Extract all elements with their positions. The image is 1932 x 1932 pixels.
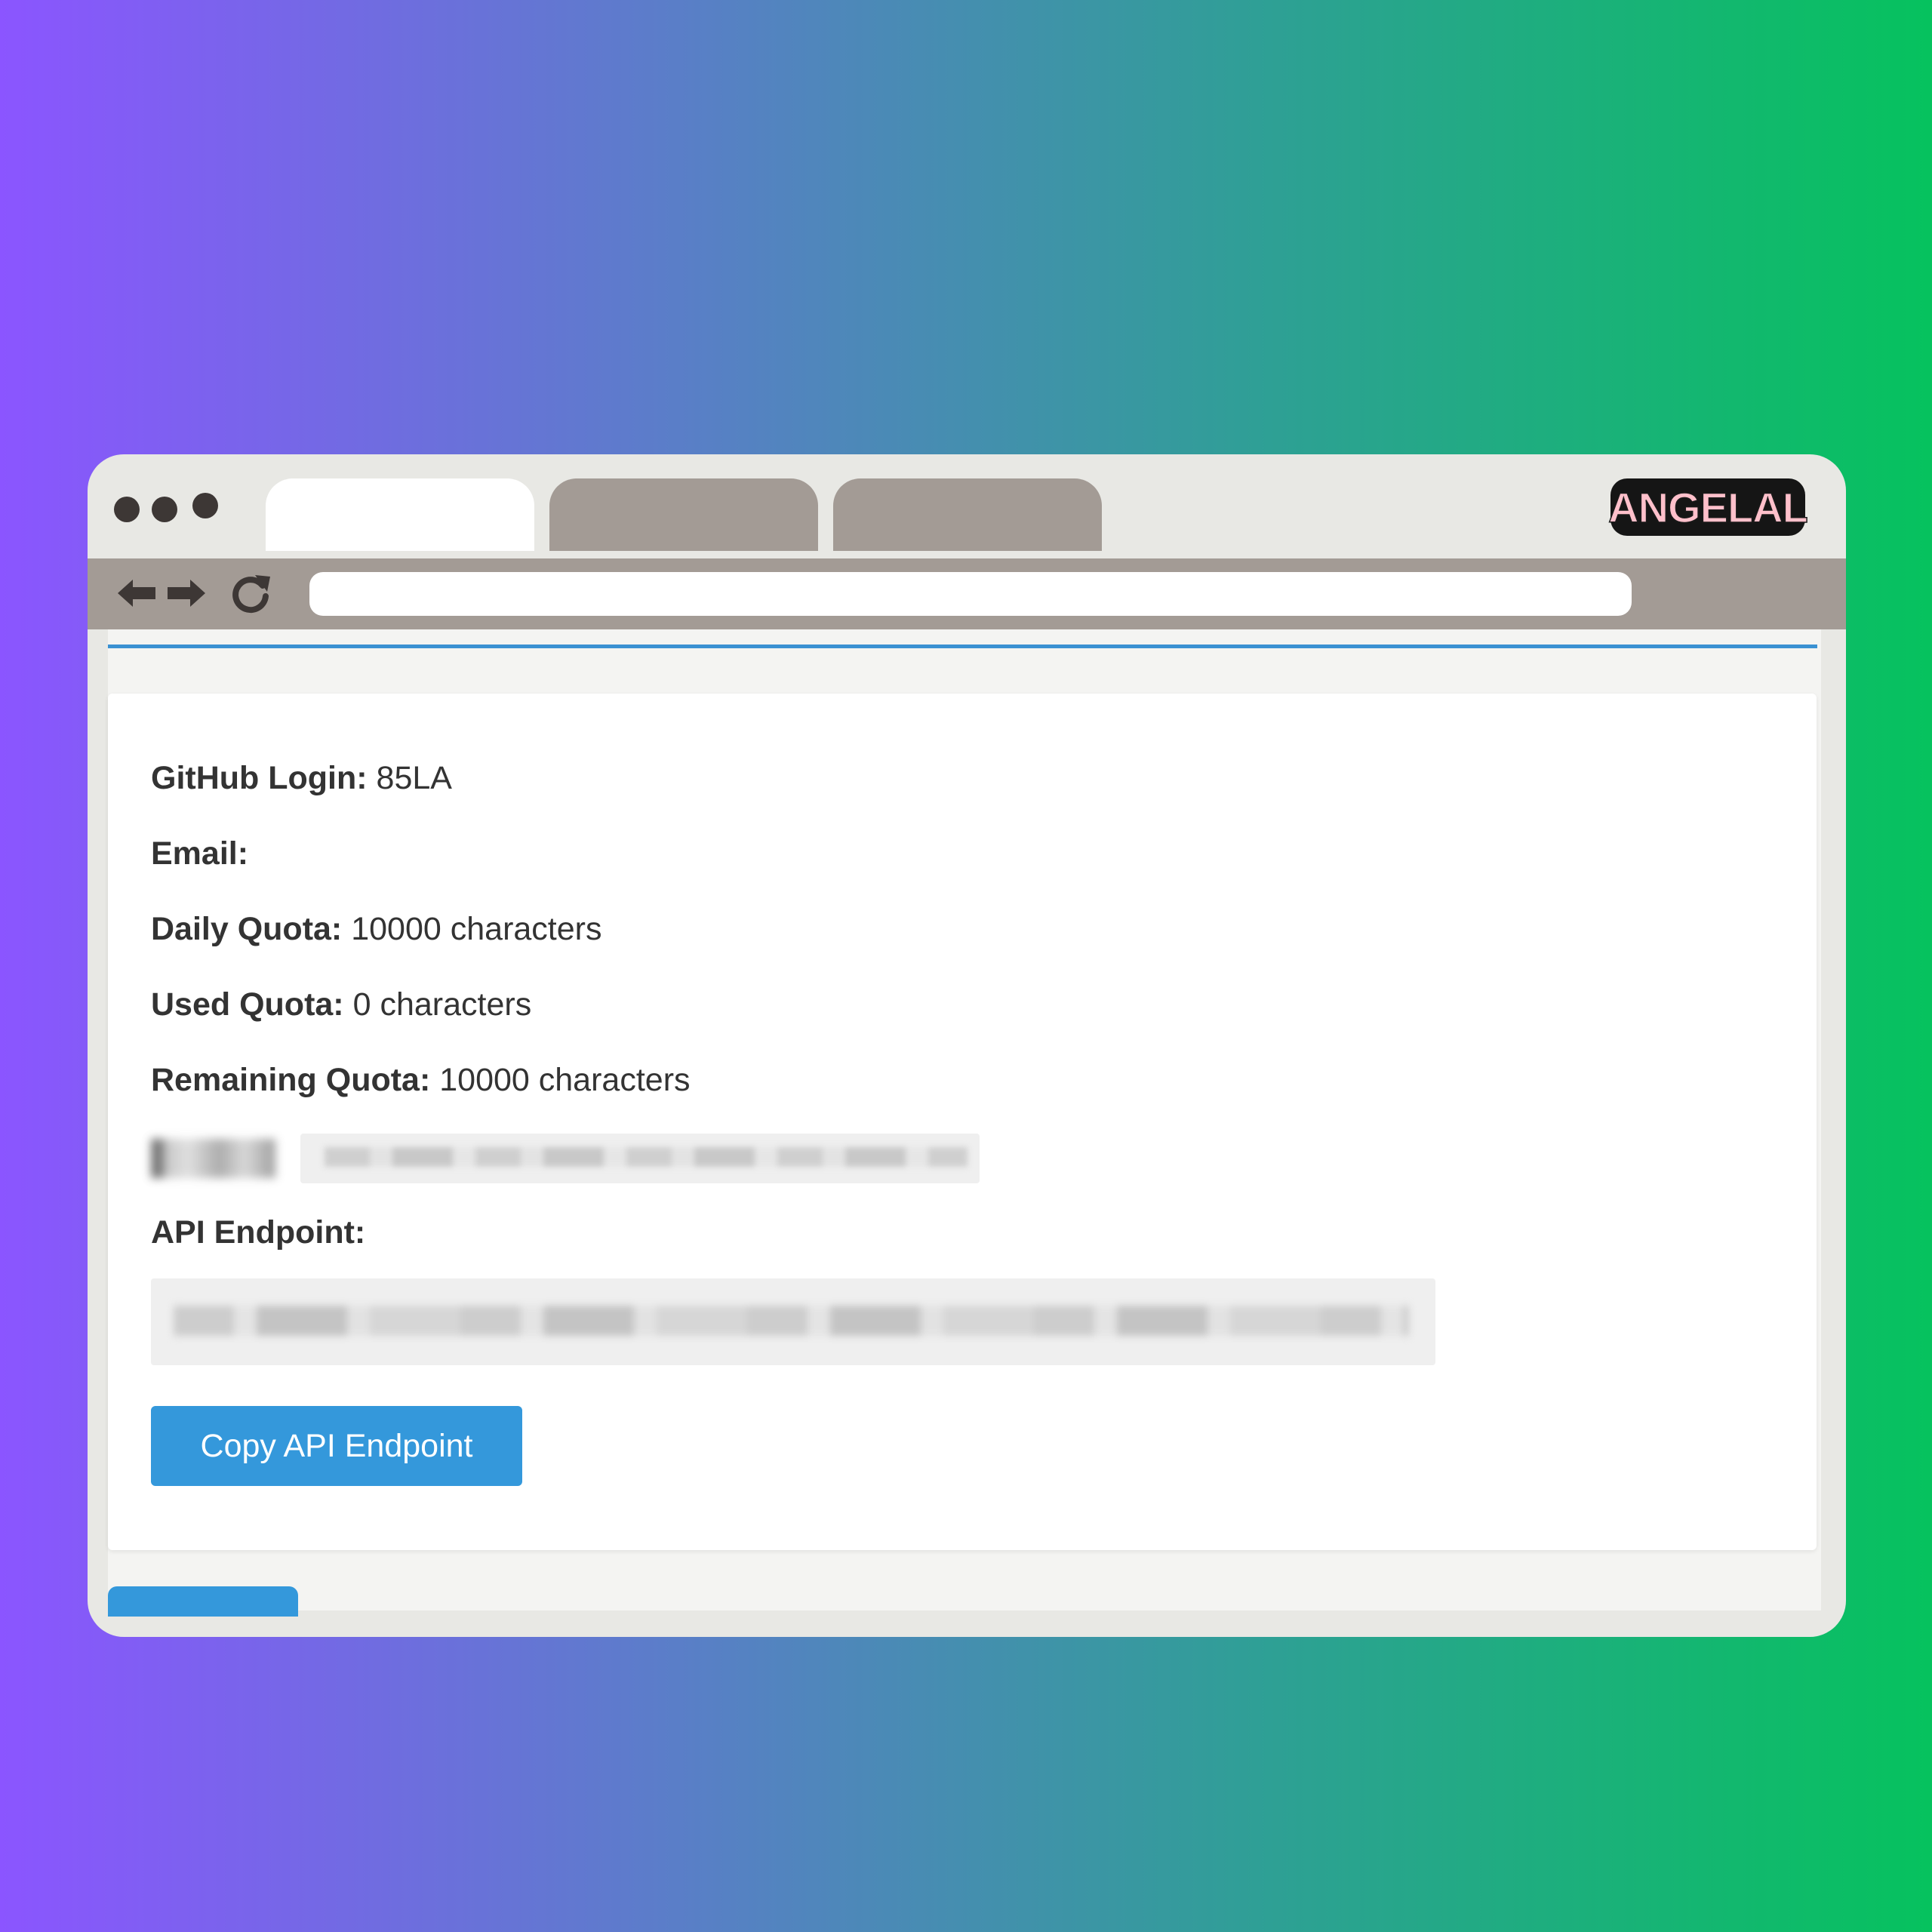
address-bar[interactable]	[309, 572, 1632, 616]
email-row: Email:	[151, 835, 248, 872]
tab-active[interactable]	[266, 478, 534, 551]
browser-window: ANGELAL GitHub Login: 85LA Email: Daily …	[88, 454, 1846, 1637]
copy-api-endpoint-button[interactable]: Copy API Endpoint	[151, 1406, 522, 1486]
arrow-left-icon[interactable]	[115, 571, 160, 616]
email-label: Email:	[151, 835, 249, 872]
window-control-dot[interactable]	[192, 493, 218, 518]
remaining-quota-label: Remaining Quota:	[151, 1062, 431, 1098]
brand-logo: ANGELAL	[1607, 478, 1809, 536]
remaining-quota-value: 10000 characters	[439, 1062, 691, 1098]
api-endpoint-value-redacted[interactable]	[151, 1278, 1435, 1365]
reload-icon[interactable]	[228, 571, 273, 616]
arrow-right-icon[interactable]	[163, 571, 208, 616]
daily-quota-value: 10000 characters	[351, 911, 602, 947]
tab-inactive[interactable]	[833, 478, 1102, 551]
account-info-card: GitHub Login: 85LA Email: Daily Quota: 1…	[108, 694, 1817, 1550]
used-quota-label: Used Quota:	[151, 986, 344, 1023]
github-login-value: 85LA	[376, 760, 452, 796]
browser-toolbar	[88, 558, 1846, 629]
api-key-label-redacted	[151, 1139, 275, 1178]
page-viewport: GitHub Login: 85LA Email: Daily Quota: 1…	[108, 629, 1821, 1617]
partial-button[interactable]	[108, 1586, 298, 1617]
remaining-quota-row: Remaining Quota: 10000 characters	[151, 1062, 691, 1099]
window-control-dot[interactable]	[152, 497, 177, 522]
github-login-label: GitHub Login:	[151, 760, 368, 796]
used-quota-row: Used Quota: 0 characters	[151, 986, 531, 1023]
api-endpoint-label: API Endpoint:	[151, 1214, 366, 1251]
window-control-dot[interactable]	[114, 497, 140, 522]
used-quota-value: 0 characters	[352, 986, 532, 1023]
brand-logo-text: ANGELAL	[1607, 483, 1808, 532]
daily-quota-label: Daily Quota:	[151, 911, 343, 947]
tab-inactive[interactable]	[549, 478, 818, 551]
github-login-row: GitHub Login: 85LA	[151, 760, 452, 797]
header-divider	[108, 645, 1817, 648]
api-endpoint-row: API Endpoint:	[151, 1214, 365, 1251]
api-key-value-redacted	[300, 1134, 980, 1183]
daily-quota-row: Daily Quota: 10000 characters	[151, 911, 601, 948]
